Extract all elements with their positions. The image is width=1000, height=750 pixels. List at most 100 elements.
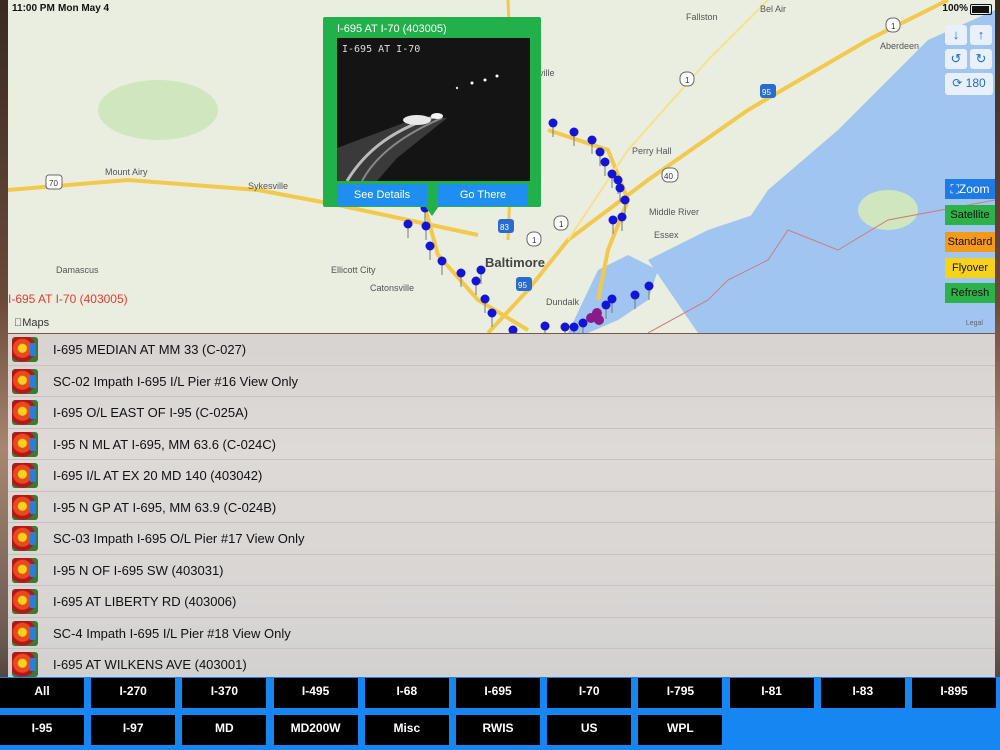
route-button[interactable]: US (547, 715, 632, 745)
camera-snapshot[interactable]: I-695 AT I-70 (337, 38, 530, 181)
camera-name: SC-02 Impath I-695 I/L Pier #16 View Onl… (53, 373, 298, 389)
tilt-down-button[interactable]: ↓ (945, 25, 967, 45)
place-label: Essex (654, 230, 679, 240)
battery-percent: 100% (942, 3, 968, 14)
camera-pin[interactable] (403, 219, 413, 239)
us1-south-shield: 1 (553, 215, 569, 231)
camera-list[interactable]: I-695 MEDIAN AT MM 33 (C-027) SC-02 Impat… (8, 334, 995, 677)
camera-row[interactable]: I-95 N ML AT I-695, MM 63.6 (C-024C) (8, 428, 995, 460)
map-view[interactable]: 70 95 83 95 1 40 1 1 1 Fallston Bel Air Ab… (8, 0, 995, 333)
route-button[interactable]: I-81 (729, 678, 814, 708)
us1-mid-shield: 1 (526, 231, 542, 247)
route-button[interactable]: I-495 (273, 678, 358, 708)
camera-row[interactable]: SC-4 Impath I-695 I/L Pier #18 View Only (8, 617, 995, 649)
route-button[interactable]: MD200W (273, 715, 358, 745)
status-bar: 11:00 PM Mon May 4 100% (0, 0, 1000, 16)
route-button[interactable]: WPL (638, 715, 723, 745)
maps-logo-text: Maps (14, 317, 49, 329)
traffic-camera-icon (12, 463, 38, 488)
place-label: Aberdeen (880, 41, 920, 51)
rotate-value: 180 (965, 76, 986, 90)
popup-pointer (425, 206, 439, 216)
flyover-button[interactable]: Flyover (945, 258, 995, 278)
traffic-camera-icon (12, 526, 38, 551)
route-button[interactable]: All (0, 678, 84, 708)
place-label: Sykesville (248, 181, 289, 191)
route-button[interactable]: I-97 (91, 715, 176, 745)
traffic-camera-icon (12, 431, 38, 457)
camera-name: I-695 AT LIBERTY RD (403006) (53, 594, 237, 609)
svg-text:95: 95 (518, 281, 527, 290)
camera-popup: I-695 AT I-70 (403005) I-695 AT I-70 See… (323, 17, 541, 216)
selected-camera-caption: I-695 AT I-70 (403005) (8, 292, 128, 306)
place-label: Baltimore (485, 255, 545, 270)
route-button[interactable]: I-83 (820, 678, 905, 708)
rotate-icon: ⟳ (952, 76, 966, 90)
traffic-camera-icon (12, 589, 38, 614)
popup-title: I-695 AT I-70 (403005) (337, 23, 447, 35)
camera-pin[interactable] (421, 221, 431, 241)
route-button[interactable]: I-895 (912, 678, 996, 708)
place-label: Middle River (649, 207, 700, 217)
route-button[interactable]: I-270 (91, 678, 176, 708)
svg-text:40: 40 (664, 172, 673, 181)
place-label: ville (539, 68, 555, 78)
route-button[interactable]: I-95 (0, 715, 84, 745)
camera-name: I-695 O/L EAST OF I-95 (C-025A) (53, 405, 249, 420)
route-button[interactable]: I-370 (182, 678, 267, 708)
camera-row[interactable]: I-695 O/L EAST OF I-95 (C-025A) (8, 397, 995, 429)
us1-road (567, 0, 769, 241)
camera-row[interactable]: I-95 N OF I-695 SW (403031) (8, 554, 995, 586)
camera-row[interactable]: I-95 N GP AT I-695, MM 63.9 (C-024B) (8, 491, 995, 523)
standard-button[interactable]: Standard (945, 232, 995, 252)
camera-pin[interactable] (425, 241, 435, 261)
i95-south-shield: 95 (516, 277, 532, 291)
satellite-button[interactable]: Satellite (945, 205, 995, 225)
camera-row[interactable]: I-695 MEDIAN AT MM 33 (C-027) (8, 334, 995, 366)
refresh-button[interactable]: Refresh (945, 283, 995, 303)
legal-link[interactable]: Legal (966, 320, 983, 327)
go-there-button[interactable]: Go There (438, 184, 528, 206)
camera-row[interactable]: I-695 I/L AT EX 20 MD 140 (403042) (8, 460, 995, 492)
route-button[interactable]: I-795 (638, 678, 723, 708)
svg-text:1: 1 (891, 22, 896, 31)
route-button[interactable]: I-68 (364, 678, 449, 708)
camera-name: SC-4 Impath I-695 I/L Pier #18 View Only (53, 625, 291, 641)
camera-overlay-text: I-695 AT I-70 (342, 44, 421, 55)
route-button[interactable]: RWIS (456, 715, 540, 745)
status-time: 11:00 PM (12, 3, 55, 14)
see-details-button[interactable]: See Details (337, 184, 427, 206)
route-button[interactable]: I-695 (456, 678, 540, 708)
camera-row[interactable]: SC-02 Impath I-695 I/L Pier #16 View Onl… (8, 365, 995, 397)
camera-row[interactable]: I-695 AT LIBERTY RD (403006) (8, 586, 995, 618)
camera-pin[interactable] (508, 325, 518, 334)
camera-name: SC-03 Impath I-695 O/L Pier #17 View Onl… (53, 531, 305, 546)
rotate-right-button[interactable]: ↻ (970, 49, 992, 69)
traffic-camera-icon (12, 368, 38, 394)
rotate-left-button[interactable]: ↺ (945, 49, 967, 69)
route-filter-bar: All I-270 I-370 I-495 I-68 I-695 I-70 I-795 I-81… (0, 677, 1000, 750)
route-button[interactable]: I-70 (547, 678, 632, 708)
tilt-up-button[interactable]: ↑ (970, 25, 992, 45)
camera-row[interactable]: I-695 AT WILKENS AVE (403001) (8, 649, 995, 677)
i95-shield: 95 (760, 84, 776, 98)
selected-camera-pin[interactable] (594, 315, 604, 325)
zoom-button[interactable]: ⛶Zoom (945, 179, 995, 199)
rotate-180-button[interactable]: ⟳ 180 (945, 73, 993, 95)
traffic-camera-icon (12, 620, 38, 646)
i83-shield: 83 (498, 219, 514, 233)
camera-name: I-695 I/L AT EX 20 MD 140 (403042) (53, 468, 263, 483)
camera-pin[interactable] (560, 322, 570, 334)
us1-shield: 1 (679, 71, 695, 87)
svg-text:1: 1 (685, 76, 690, 85)
camera-pin[interactable] (540, 321, 550, 334)
place-label: Catonsville (370, 283, 415, 293)
route-button[interactable]: MD (182, 715, 267, 745)
i70-shield: 70 (45, 174, 63, 190)
us40-shield: 40 (661, 167, 679, 183)
route-button[interactable]: Misc (364, 715, 449, 745)
us1-north-shield: 1 (885, 17, 901, 33)
camera-row[interactable]: SC-03 Impath I-695 O/L Pier #17 View Onl… (8, 523, 995, 555)
zoom-label: Zoom (958, 182, 990, 196)
camera-image (337, 38, 530, 181)
